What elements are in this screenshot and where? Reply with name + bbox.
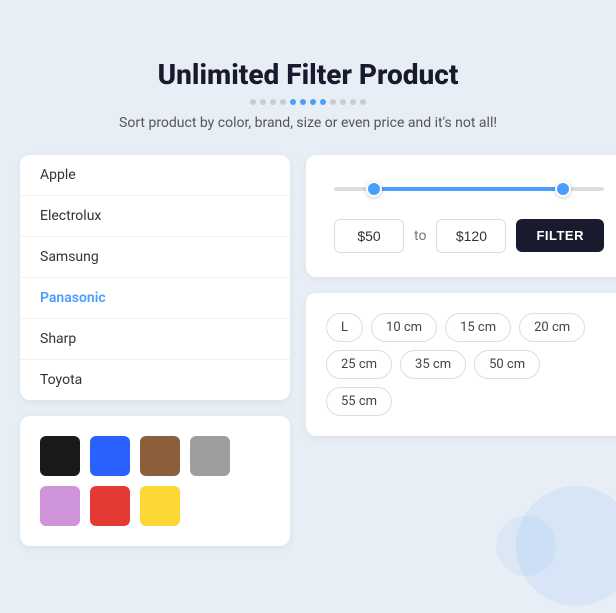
content-grid: AppleElectroluxSamsungPanasonicSharpToyo… xyxy=(20,155,596,546)
price-inputs: to FILTER xyxy=(334,219,604,253)
header-dot xyxy=(280,99,286,105)
size-tag[interactable]: 10 cm xyxy=(371,313,437,342)
brand-list-item[interactable]: Apple xyxy=(20,155,290,196)
size-tags: L 10 cm 15 cm 20 cm 25 cm 35 cm 50 cm 55 cm xyxy=(326,313,612,416)
color-swatch-black[interactable] xyxy=(40,436,80,476)
range-thumb-right[interactable] xyxy=(555,181,571,197)
brand-list: AppleElectroluxSamsungPanasonicSharpToyo… xyxy=(20,155,290,400)
header-dot xyxy=(330,99,336,105)
color-card xyxy=(20,416,290,546)
size-tag[interactable]: 55 cm xyxy=(326,387,392,416)
price-min-input[interactable] xyxy=(334,219,404,253)
brand-list-item[interactable]: Panasonic xyxy=(20,278,290,319)
header-subtitle: Sort product by color, brand, size or ev… xyxy=(20,115,596,131)
header-dots xyxy=(20,99,596,105)
price-max-input[interactable] xyxy=(436,219,506,253)
header-dot xyxy=(300,99,306,105)
header-dot xyxy=(360,99,366,105)
color-swatch-yellow[interactable] xyxy=(140,486,180,526)
size-tag[interactable]: 25 cm xyxy=(326,350,392,379)
brand-list-item[interactable]: Samsung xyxy=(20,237,290,278)
brand-card: AppleElectroluxSamsungPanasonicSharpToyo… xyxy=(20,155,290,400)
page-wrapper: Unlimited Filter Product Sort product by… xyxy=(0,28,616,586)
filter-button[interactable]: FILTER xyxy=(516,219,604,252)
color-swatch-gray[interactable] xyxy=(190,436,230,476)
size-card: L 10 cm 15 cm 20 cm 25 cm 35 cm 50 cm 55 cm xyxy=(306,293,616,436)
header-dot xyxy=(310,99,316,105)
header-dot xyxy=(350,99,356,105)
right-column: to FILTER L 10 cm 15 cm 20 cm 25 cm 35 cm 50 c… xyxy=(306,155,616,546)
header-dot xyxy=(270,99,276,105)
color-swatch-brown[interactable] xyxy=(140,436,180,476)
brand-list-item[interactable]: Sharp xyxy=(20,319,290,360)
size-tag[interactable]: 35 cm xyxy=(400,350,466,379)
price-separator: to xyxy=(414,228,426,244)
header-dot xyxy=(250,99,256,105)
size-tag[interactable]: L xyxy=(326,313,363,342)
page-title: Unlimited Filter Product xyxy=(20,58,596,91)
header-dot xyxy=(290,99,296,105)
brand-list-item[interactable]: Electrolux xyxy=(20,196,290,237)
range-thumb-left[interactable] xyxy=(366,181,382,197)
size-tag[interactable]: 50 cm xyxy=(474,350,540,379)
size-tag[interactable]: 20 cm xyxy=(519,313,585,342)
color-swatch-purple[interactable] xyxy=(40,486,80,526)
price-card: to FILTER xyxy=(306,155,616,277)
header-dot xyxy=(320,99,326,105)
size-tag[interactable]: 15 cm xyxy=(445,313,511,342)
left-column: AppleElectroluxSamsungPanasonicSharpToyo… xyxy=(20,155,290,546)
header-dot xyxy=(260,99,266,105)
header-dot xyxy=(340,99,346,105)
brand-list-item[interactable]: Toyota xyxy=(20,360,290,400)
color-swatch-red[interactable] xyxy=(90,486,130,526)
color-swatches xyxy=(40,436,270,526)
color-swatch-blue[interactable] xyxy=(90,436,130,476)
price-range-slider[interactable] xyxy=(334,179,604,199)
range-fill xyxy=(374,187,563,191)
page-header: Unlimited Filter Product Sort product by… xyxy=(20,58,596,131)
